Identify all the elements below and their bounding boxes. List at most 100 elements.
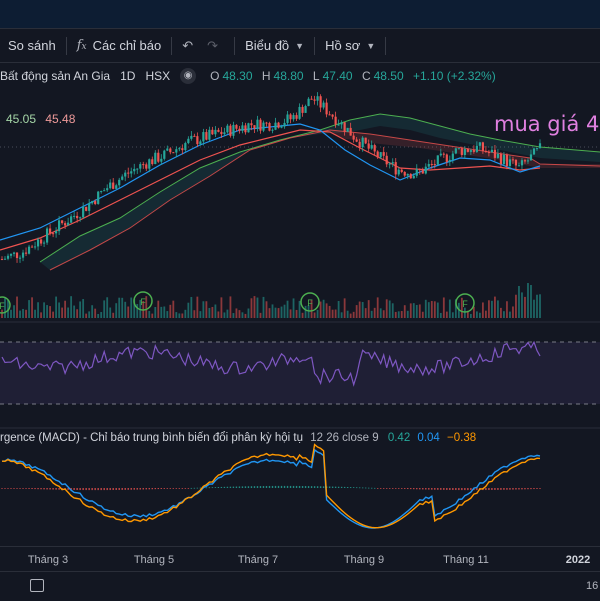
macd-histogram-bar [217, 487, 220, 488]
candle [523, 160, 527, 162]
candle [244, 125, 247, 133]
time-axis[interactable]: Tháng 3 Tháng 5 Tháng 7 Tháng 9 Tháng 11… [0, 546, 600, 571]
macd-histogram-bar [383, 488, 385, 489]
indicators-button[interactable]: fx Các chỉ báo [69, 29, 170, 62]
macd-histogram-bar [380, 488, 382, 489]
volume-bar [214, 304, 217, 318]
candle [373, 145, 376, 152]
candle [334, 116, 337, 125]
macd-histogram-bar [292, 485, 295, 488]
volume-bar [536, 294, 538, 318]
macd-histogram-bar [358, 487, 361, 489]
volume-bar [154, 306, 157, 318]
volume-bar [518, 285, 520, 318]
volume-bar [97, 313, 100, 318]
candle [238, 128, 241, 131]
volume-bar [400, 311, 403, 318]
candle [211, 129, 214, 135]
undo-button[interactable]: ↶ [174, 29, 207, 62]
senkou-a-line [39, 113, 600, 263]
volume-bar [527, 283, 529, 318]
candle [94, 201, 97, 204]
macd-histogram-bar [503, 488, 505, 490]
candle [478, 142, 481, 146]
volume-bar [292, 298, 295, 318]
candle [91, 201, 94, 204]
macd-histogram-bar [404, 488, 406, 489]
macd-histogram-bar [539, 488, 541, 489]
candle [433, 164, 436, 166]
candle [223, 132, 226, 135]
xaxis-label: Tháng 3 [27, 554, 69, 566]
volume-bar [217, 311, 220, 318]
candle [505, 154, 509, 166]
change-value: +1.10 (+2.32%) [413, 69, 496, 83]
volume-bar [352, 311, 355, 318]
candle [106, 188, 109, 191]
candle [469, 150, 472, 152]
price-chart[interactable]: F F F F [0, 62, 600, 572]
candle [346, 127, 349, 132]
macd-histogram-bar [73, 488, 75, 490]
chart-type-button[interactable]: Biểu đồ ▼ [237, 29, 312, 62]
symbol-name[interactable]: Bất động sản An Gia [0, 69, 110, 83]
candle [130, 171, 133, 174]
volume-bar [385, 299, 388, 318]
macd-histogram-bar [509, 488, 511, 490]
calendar-icon[interactable] [30, 579, 44, 592]
macd-histogram-bar [199, 487, 202, 489]
annotation-text[interactable]: mua giá 4 [494, 112, 599, 136]
macd-histogram-bar [428, 488, 430, 490]
macd-histogram-bar [85, 488, 87, 491]
macd-histogram-bar [533, 488, 535, 490]
candle [229, 125, 232, 136]
profile-button[interactable]: Hồ sơ ▼ [317, 29, 383, 62]
volume-bar [136, 304, 139, 318]
candle [88, 203, 91, 211]
volume-bar [277, 308, 280, 318]
redo-button[interactable]: ↷ [207, 29, 232, 62]
macd-histogram-bar [115, 488, 117, 490]
xaxis-label: Tháng 9 [343, 554, 385, 566]
candle [313, 99, 316, 101]
candle [42, 242, 46, 244]
macd-histogram-bar [295, 485, 298, 488]
candle [499, 153, 503, 165]
candle [361, 137, 364, 148]
volume-bar [118, 297, 121, 318]
volume-bar [256, 297, 259, 318]
symbol-legend: Bất động sản An Gia 1D HSX ◉ O 48.30 H 48.… [0, 68, 499, 84]
macd-histogram-bar [130, 488, 132, 490]
macd-value: 0.42 [387, 432, 411, 444]
candle [493, 149, 497, 158]
candle [214, 129, 217, 135]
macd-histogram-bar [455, 488, 457, 491]
candle [51, 233, 55, 235]
macd-histogram-bar [512, 488, 514, 490]
volume-bar [25, 309, 27, 318]
candle [226, 125, 229, 133]
volume-bar [28, 300, 30, 318]
compare-button[interactable]: So sánh [0, 29, 64, 62]
volume-bar [500, 307, 502, 318]
eye-icon[interactable]: ◉ [180, 68, 197, 84]
macd-histogram-bar [346, 486, 349, 488]
candle [18, 257, 22, 259]
macd-histogram-bar [118, 488, 120, 490]
macd-histogram-bar [178, 488, 181, 489]
macd-histogram-bar [283, 485, 286, 488]
candle [166, 148, 169, 151]
volume-bar [235, 308, 238, 318]
macd-histogram-bar [271, 485, 274, 488]
candle [73, 215, 76, 217]
macd-histogram-bar [55, 488, 57, 490]
macd-histogram-bar [19, 488, 21, 489]
candle [436, 155, 439, 165]
candle [466, 148, 469, 152]
candle [538, 143, 542, 149]
volume-bar [451, 312, 454, 318]
candle [316, 96, 319, 101]
candle [445, 154, 448, 162]
volume-bar [94, 308, 97, 318]
candle [79, 217, 82, 219]
